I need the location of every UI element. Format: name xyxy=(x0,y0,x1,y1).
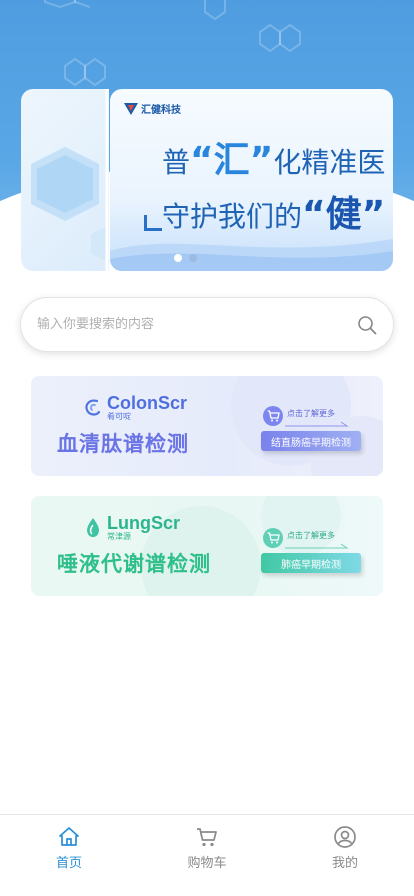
learn-more-underline xyxy=(285,421,349,427)
home-icon xyxy=(59,827,79,846)
product-brand-en: LungScr xyxy=(107,513,181,533)
banner-slide-previous[interactable] xyxy=(21,89,109,271)
cart-icon xyxy=(263,406,283,426)
product-brand-cn: 肴可啶 xyxy=(107,412,131,421)
banner-carousel[interactable]: 汇健科技 普“汇”化精准医 守护我们的“健” xyxy=(21,89,393,271)
banner-slide-active[interactable]: 汇健科技 普“汇”化精准医 守护我们的“健” xyxy=(110,89,393,271)
brand-logo-icon xyxy=(124,102,138,115)
tab-profile[interactable]: 我的 xyxy=(276,815,414,896)
product-card-lungscr[interactable]: LungScr 常津源 唾液代谢谱检测 点击了解更多 肺癌早期检测 xyxy=(31,496,383,596)
learn-more-underline xyxy=(285,543,349,549)
carousel-dot[interactable] xyxy=(174,254,182,262)
banner-slogan-line1: 普“汇”化精准医 xyxy=(162,140,386,181)
tab-cart[interactable]: 购物车 xyxy=(138,815,276,896)
tab-label: 我的 xyxy=(331,856,358,871)
carousel-indicators xyxy=(174,254,197,262)
product-button[interactable]: 肺癌早期检测 xyxy=(261,553,361,573)
hexagon-graphic xyxy=(31,89,109,271)
product-card-colonscr[interactable]: ColonScr 肴可啶 血清肽谱检测 点击了解更多 结直肠癌早期检测 xyxy=(31,376,383,476)
banner-brand: 汇健科技 xyxy=(124,101,181,116)
learn-more-link[interactable]: 点击了解更多 xyxy=(287,530,335,541)
hexagon-decoration xyxy=(44,0,90,9)
product-brand-en: ColonScr xyxy=(107,393,188,413)
banner-wave-decoration xyxy=(110,239,393,271)
banner-brand-name: 汇健科技 xyxy=(141,105,181,116)
tab-label: 购物车 xyxy=(187,856,227,871)
product-cta[interactable]: 点击了解更多 结直肠癌早期检测 xyxy=(261,402,371,462)
cart-icon xyxy=(263,528,283,548)
product-brand: LungScr 常津源 xyxy=(83,514,180,541)
learn-more-link[interactable]: 点击了解更多 xyxy=(287,408,335,419)
search-bar[interactable] xyxy=(20,297,394,352)
hexagon-decoration xyxy=(204,0,226,20)
product-button[interactable]: 结直肠癌早期检测 xyxy=(261,431,361,451)
user-icon xyxy=(334,826,356,848)
product-brand-cn: 常津源 xyxy=(107,532,131,541)
tab-home[interactable]: 首页 xyxy=(0,815,138,896)
product-title: 血清肽谱检测 xyxy=(57,432,189,456)
hexagon-decoration xyxy=(259,23,301,53)
search-input[interactable] xyxy=(37,317,357,332)
product-cta[interactable]: 点击了解更多 肺癌早期检测 xyxy=(261,524,371,584)
carousel-dot[interactable] xyxy=(189,254,197,262)
tab-label: 首页 xyxy=(55,856,82,871)
search-icon[interactable] xyxy=(357,315,377,335)
bottom-tab-bar: 首页 购物车 我的 xyxy=(0,814,414,896)
product-brand: ColonScr 肴可啶 xyxy=(83,394,187,421)
cart-icon xyxy=(197,828,217,847)
colonscr-logo-icon xyxy=(85,399,101,416)
product-title: 唾液代谢谱检测 xyxy=(57,552,211,576)
lungscr-logo-icon xyxy=(87,517,99,537)
